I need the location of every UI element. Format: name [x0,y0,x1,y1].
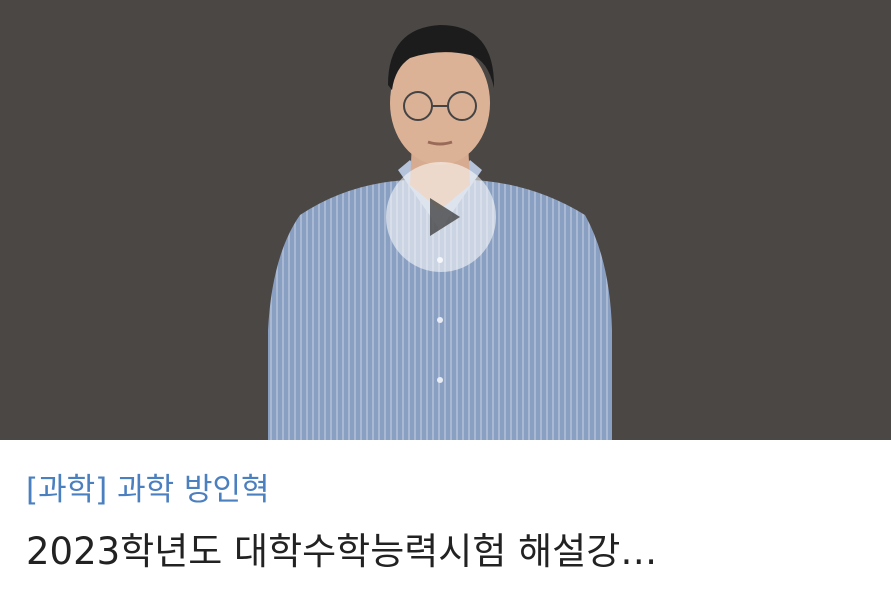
lecture-info [0,440,891,601]
lecture-title[interactable]: 2023학년도 대학수학능력시험 해설강… [26,528,866,576]
lecture-category[interactable]: [과학] 과학 방인혁 [26,470,270,510]
play-icon [430,198,460,236]
play-button[interactable] [386,162,496,272]
video-thumbnail[interactable] [0,0,891,440]
lecture-card[interactable]: [과학] 과학 방인혁 2023학년도 대학수학능력시험 해설강… [0,0,891,601]
